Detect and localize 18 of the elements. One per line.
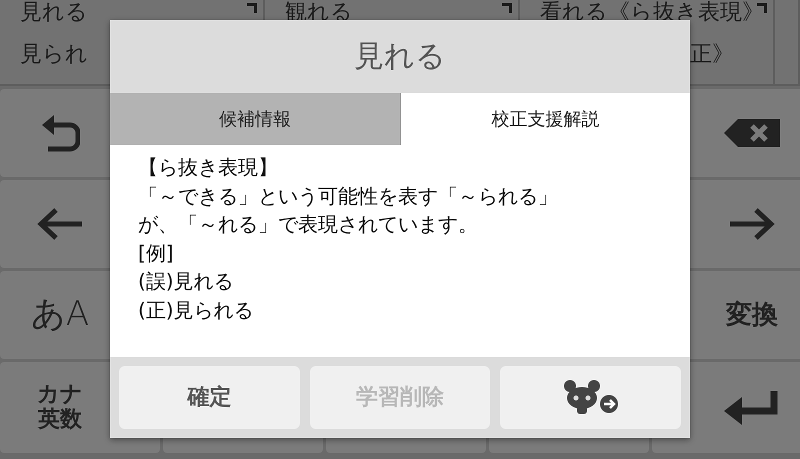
tab[interactable]: 候補情報 [110,93,400,145]
candidate-text[interactable]: 見れる [20,2,263,24]
corner-mark-icon [502,3,512,13]
explanation-text: [例] [138,240,175,266]
left-arrow-icon [36,207,84,241]
enter-icon [724,390,780,424]
undo-icon [40,113,80,153]
dialog-title: 見れる [353,38,447,76]
corner-mark-icon [757,3,767,13]
tab[interactable]: 校正支援解説 [400,93,690,145]
confirm-button[interactable]: 確定 [119,366,300,429]
right-arrow-icon [728,207,776,241]
explanation-text: 「～できる」という可能性を表す「～られる」が、「～れる」で表現されています。 [138,182,559,238]
backspace-icon [724,119,780,147]
explanation-text: 【ら抜き表現】 [138,154,279,181]
mascot-arrow-icon [562,380,619,416]
corner-mark-icon [247,3,257,13]
mascot-button[interactable] [500,366,682,429]
